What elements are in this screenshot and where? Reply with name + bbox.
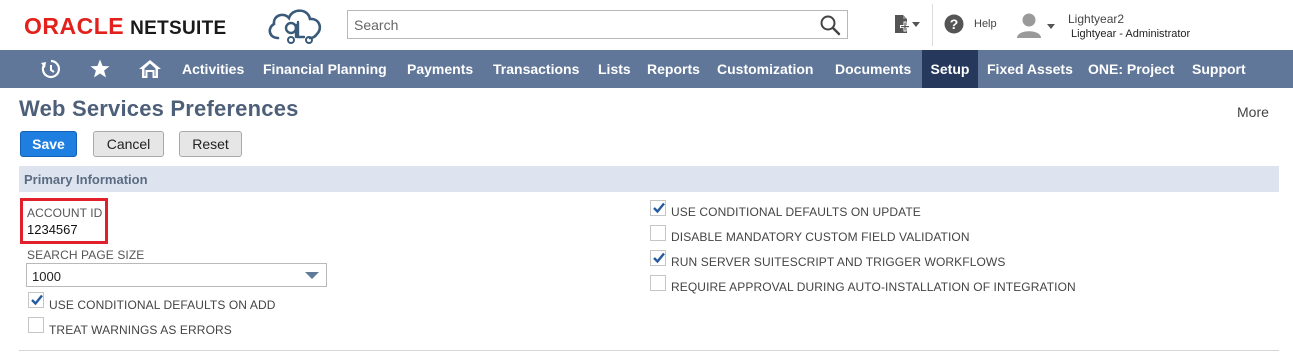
label-use-conditional-defaults-on-update: USE CONDITIONAL DEFAULTS ON UPDATE xyxy=(671,205,921,219)
label-run-server-suitescript-and-trigger-workflows: RUN SERVER SUITESCRIPT AND TRIGGER WORKF… xyxy=(671,255,1006,269)
nav-fixed-assets[interactable]: Fixed Assets xyxy=(987,50,1073,88)
checkbox-use-conditional-defaults-on-add[interactable] xyxy=(28,292,44,308)
nav-customization[interactable]: Customization xyxy=(717,50,813,88)
user-avatar-icon[interactable] xyxy=(1015,12,1057,38)
help-icon[interactable]: ? xyxy=(944,14,964,34)
help-link[interactable]: Help xyxy=(974,18,997,30)
checkbox-run-server-suitescript-and-trigger-workflows[interactable] xyxy=(650,250,666,266)
label-use-conditional-defaults-on-add: USE CONDITIONAL DEFAULTS ON ADD xyxy=(49,298,276,312)
global-search[interactable] xyxy=(347,10,848,39)
nav-reports[interactable]: Reports xyxy=(647,50,700,88)
account-id-value: 1234567 xyxy=(27,222,78,237)
section-header-primary-information[interactable]: Primary Information xyxy=(19,166,1279,192)
logo-oracle-text: ORACLE xyxy=(24,13,125,39)
svg-text:?: ? xyxy=(950,16,959,32)
star-icon[interactable] xyxy=(85,50,115,88)
checkbox-require-approval-during-auto-installation[interactable] xyxy=(650,275,666,291)
search-page-size-label: SEARCH PAGE SIZE xyxy=(27,248,145,262)
user-name[interactable]: Lightyear2 xyxy=(1068,12,1124,26)
nav-one-project[interactable]: ONE: Project xyxy=(1088,50,1174,88)
search-icon[interactable] xyxy=(819,14,841,36)
label-disable-mandatory-custom-field-validation: DISABLE MANDATORY CUSTOM FIELD VALIDATIO… xyxy=(671,230,970,244)
search-page-size-value: 1000 xyxy=(32,269,61,284)
home-icon[interactable] xyxy=(135,50,165,88)
search-input[interactable] xyxy=(348,11,808,38)
nav-lists[interactable]: Lists xyxy=(598,50,631,88)
checkmark-icon xyxy=(31,294,43,306)
label-require-approval-during-auto-installation: REQUIRE APPROVAL DURING AUTO-INSTALLATIO… xyxy=(671,280,1076,294)
nav-support[interactable]: Support xyxy=(1192,50,1246,88)
more-menu[interactable]: More xyxy=(1237,104,1269,120)
label-treat-warnings-as-errors: TREAT WARNINGS AS ERRORS xyxy=(49,323,232,337)
search-page-size-select[interactable]: 1000 xyxy=(26,263,327,287)
save-button[interactable]: Save xyxy=(20,131,77,157)
cloud-logo-icon[interactable] xyxy=(264,4,326,46)
checkbox-treat-warnings-as-errors[interactable] xyxy=(28,317,44,333)
checkmark-icon xyxy=(653,202,665,214)
nav-setup[interactable]: Setup xyxy=(922,50,978,88)
section-title: Primary Information xyxy=(24,172,148,187)
dropdown-arrow-icon[interactable] xyxy=(305,272,319,279)
nav-documents[interactable]: Documents xyxy=(835,50,911,88)
account-id-highlight xyxy=(20,198,108,244)
reset-button[interactable]: Reset xyxy=(179,131,242,157)
section-bottom-divider xyxy=(19,350,1279,351)
nav-activities[interactable]: Activities xyxy=(182,50,244,88)
logo-netsuite-text: NETSUITE xyxy=(130,18,227,39)
nav-financial-planning[interactable]: Financial Planning xyxy=(263,50,387,88)
checkbox-use-conditional-defaults-on-update[interactable] xyxy=(650,200,666,216)
create-new-icon[interactable] xyxy=(890,13,922,37)
recent-records-icon[interactable] xyxy=(36,50,66,88)
checkmark-icon xyxy=(653,252,665,264)
nav-payments[interactable]: Payments xyxy=(407,50,473,88)
top-header: ORACLE NETSUITE ? Help Lightyear xyxy=(0,0,1293,50)
oracle-netsuite-logo[interactable]: ORACLE NETSUITE xyxy=(24,13,227,39)
nav-transactions[interactable]: Transactions xyxy=(493,50,579,88)
checkbox-disable-mandatory-custom-field-validation[interactable] xyxy=(650,225,666,241)
page-title: Web Services Preferences xyxy=(19,96,299,121)
main-navigation: Activities Financial Planning Payments T… xyxy=(0,50,1293,88)
header-divider xyxy=(932,4,933,46)
user-role[interactable]: Lightyear - Administrator xyxy=(1071,28,1190,40)
account-id-label: ACCOUNT ID xyxy=(27,206,103,220)
cancel-button[interactable]: Cancel xyxy=(93,131,164,157)
